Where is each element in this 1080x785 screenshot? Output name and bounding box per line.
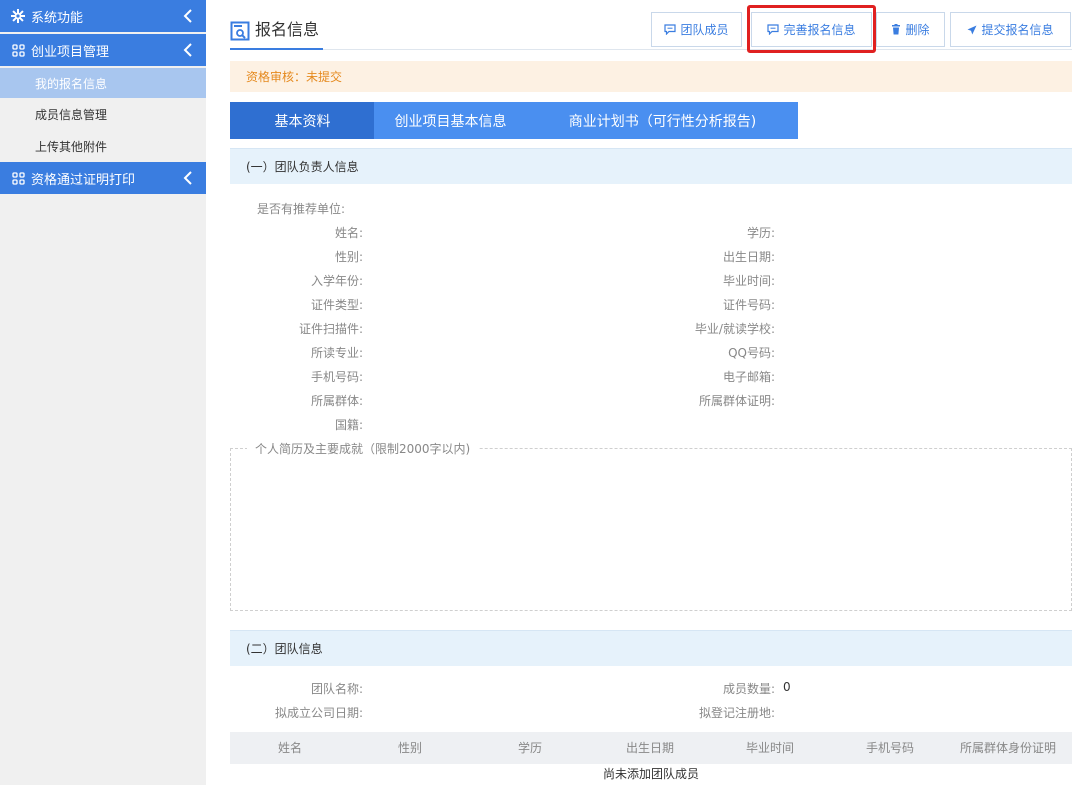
resume-fieldset: 个人简历及主要成就（限制2000字以内) — [230, 440, 1072, 611]
tab-label: 基本资料 — [274, 113, 331, 130]
sidebar-item-member-management[interactable]: 成员信息管理 — [0, 98, 206, 130]
field-label-id-type: 证件类型: — [310, 298, 363, 312]
field-label-education: 学历: — [746, 226, 775, 240]
page-title-wrap: 报名信息 — [230, 19, 323, 50]
field-label-id-scan: 证件扫描件: — [298, 322, 363, 336]
grid-icon — [11, 171, 25, 185]
tab-label: 商业计划书（可行性分析报告) — [568, 113, 757, 130]
field-label-register-place: 拟登记注册地: — [698, 706, 775, 720]
tab-project-info[interactable]: 创业项目基本信息 — [374, 102, 527, 139]
section-title: (一）团队负责人信息 — [246, 160, 359, 174]
chevron-left-icon — [183, 171, 192, 185]
nav-group-certificate-print[interactable]: 资格通过证明打印 — [0, 162, 206, 196]
field-label-email: 电子邮箱: — [722, 370, 775, 384]
recommend-unit-label: 是否有推荐单位: — [257, 202, 346, 216]
grid-icon — [11, 43, 25, 57]
nav-group-label: 资格通过证明打印 — [31, 172, 136, 188]
team-table-header: 姓名 性别 学历 出生日期 毕业时间 手机号码 所属群体身份证明 — [230, 732, 1072, 764]
sidebar-item-label: 成员信息管理 — [35, 107, 108, 122]
sidebar-item-upload-attachments[interactable]: 上传其他附件 — [0, 130, 206, 162]
sidebar-item-label: 上传其他附件 — [35, 139, 108, 154]
chevron-left-icon — [183, 9, 192, 23]
audit-label: 资格审核： — [246, 70, 307, 84]
nav-group-project[interactable]: 创业项目管理 — [0, 34, 206, 68]
table-header-cell: 学历 — [517, 741, 542, 755]
nav-group-system[interactable]: 系统功能 — [0, 0, 206, 34]
tab-label: 创业项目基本信息 — [394, 113, 507, 130]
tab-business-plan[interactable]: 商业计划书（可行性分析报告) — [527, 102, 798, 139]
section-team-info: (二）团队信息 — [230, 630, 1072, 666]
table-header-cell: 性别 — [397, 741, 422, 755]
field-label-birthdate: 出生日期: — [722, 250, 775, 264]
nav-group-label: 创业项目管理 — [31, 44, 110, 60]
member-count-value: 0 — [783, 680, 791, 694]
complete-registration-button[interactable]: 完善报名信息 — [751, 12, 872, 47]
table-header-cell: 毕业时间 — [745, 741, 794, 755]
nav-group-label: 系统功能 — [31, 10, 84, 26]
form-search-icon — [230, 21, 250, 41]
field-label-graduation: 毕业时间: — [722, 274, 775, 288]
button-label: 提交报名信息 — [981, 23, 1054, 37]
field-label-qq: QQ号码: — [728, 346, 775, 360]
audit-status-bar: 资格审核： 未提交 — [230, 61, 1072, 92]
field-label-team-name: 团队名称: — [310, 682, 363, 696]
tab-bar: 基本资料 创业项目基本信息 商业计划书（可行性分析报告) — [230, 102, 798, 139]
table-empty-message: 尚未添加团队成员 — [602, 767, 699, 781]
button-label: 删除 — [905, 23, 930, 37]
team-members-button[interactable]: 团队成员 — [651, 12, 742, 47]
resume-legend: 个人简历及主要成就（限制2000字以内) — [247, 440, 479, 457]
field-label-nationality: 国籍: — [334, 418, 363, 432]
table-header-cell: 出生日期 — [625, 741, 674, 755]
field-label-enroll-year: 入学年份: — [310, 274, 363, 288]
field-label-member-count: 成员数量: — [722, 682, 775, 696]
field-label-group: 所属群体: — [310, 394, 363, 408]
field-label-school: 毕业/就读学校: — [694, 322, 775, 336]
sidebar: 系统功能 创业项目管理 我的报名信息 成员信息管理 上传其他附件 资格通过证明打… — [0, 0, 206, 785]
sidebar-item-label: 我的报名信息 — [35, 76, 108, 91]
section-leader-info: (一）团队负责人信息 — [230, 148, 1072, 184]
comment-icon — [767, 24, 780, 35]
field-label-name: 姓名: — [334, 226, 363, 240]
button-label: 团队成员 — [680, 23, 729, 37]
field-label-company-date: 拟成立公司日期: — [274, 706, 363, 720]
main-content: 报名信息 团队成员 完善报名信息 删除 提交报名信息 资格审核： 未提交 基本资… — [230, 0, 1072, 781]
table-header-cell: 姓名 — [277, 741, 302, 755]
chevron-left-icon — [183, 43, 192, 57]
field-label-gender: 性别: — [334, 250, 363, 264]
table-header-cell: 手机号码 — [865, 741, 914, 755]
button-label: 完善报名信息 — [783, 23, 856, 37]
page-header: 报名信息 团队成员 完善报名信息 删除 提交报名信息 — [230, 0, 1072, 50]
field-label-phone: 手机号码: — [310, 370, 363, 384]
send-icon — [967, 25, 977, 34]
gear-icon — [11, 9, 25, 23]
delete-button[interactable]: 删除 — [876, 12, 945, 47]
section-title: (二）团队信息 — [246, 642, 323, 656]
trash-icon — [892, 24, 901, 35]
field-label-major: 所读专业: — [310, 346, 363, 360]
table-header-cell: 所属群体身份证明 — [959, 741, 1056, 755]
field-label-id-number: 证件号码: — [722, 298, 775, 312]
sidebar-item-my-registration[interactable]: 我的报名信息 — [0, 68, 206, 98]
submit-registration-button[interactable]: 提交报名信息 — [950, 12, 1071, 47]
field-label-group-proof: 所属群体证明: — [698, 394, 775, 408]
comment-icon — [664, 24, 677, 35]
tab-arrow — [354, 102, 374, 139]
page-title: 报名信息 — [255, 20, 320, 39]
audit-value: 未提交 — [306, 70, 343, 84]
